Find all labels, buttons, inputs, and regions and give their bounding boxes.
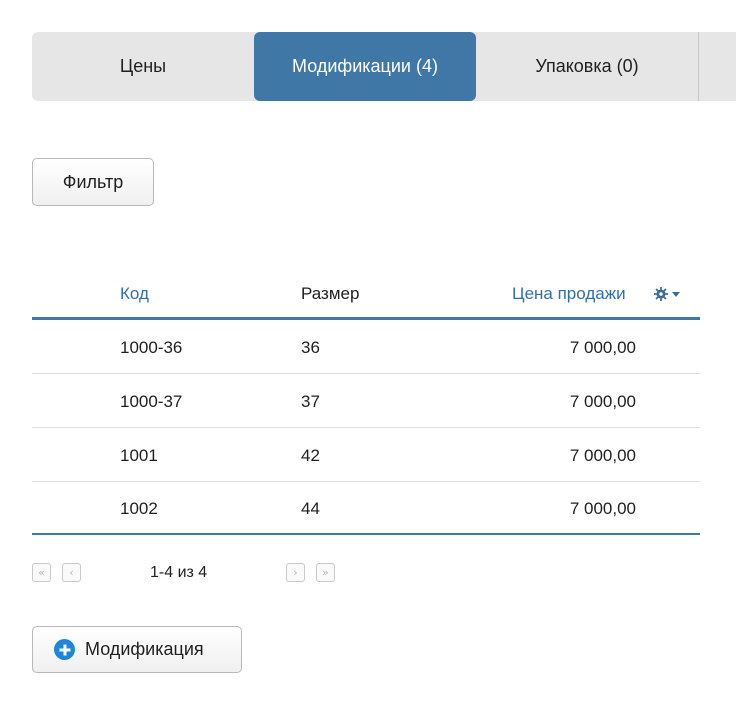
tab-packaging[interactable]: Упаковка (0) — [476, 32, 698, 101]
add-modification-button[interactable]: Модификация — [32, 626, 242, 673]
gear-icon — [654, 287, 668, 301]
add-modification-label: Модификация — [85, 639, 204, 659]
cell-size: 37 — [301, 392, 320, 411]
cell-code: 1000-37 — [120, 392, 183, 411]
tab-modifications[interactable]: Модификации (4) — [254, 32, 476, 101]
cell-size: 42 — [301, 446, 320, 465]
tab-prices[interactable]: Цены — [32, 32, 254, 101]
next-page-icon[interactable]: › — [286, 563, 305, 582]
column-header-code[interactable]: Код — [120, 284, 149, 304]
cell-code: 1002 — [120, 499, 158, 518]
column-header-size: Размер — [301, 284, 360, 303]
table-row[interactable]: 1000-36 36 7 000,00 — [32, 320, 700, 374]
last-page-icon[interactable]: » — [316, 563, 335, 582]
table-row[interactable]: 1000-37 37 7 000,00 — [32, 374, 700, 428]
tab-bar: Цены Модификации (4) Упаковка (0) — [32, 32, 736, 101]
chevron-down-icon — [672, 291, 680, 297]
cell-price: 7 000,00 — [569, 392, 636, 411]
pagination-info: 1-4 из 4 — [150, 564, 208, 581]
cell-code: 1000-36 — [120, 338, 183, 357]
cell-size: 44 — [301, 499, 320, 518]
cell-price: 7 000,00 — [569, 338, 636, 357]
cell-price: 7 000,00 — [569, 446, 636, 465]
table-row[interactable]: 1002 44 7 000,00 — [32, 481, 700, 535]
column-settings-button[interactable] — [654, 287, 680, 301]
filter-button[interactable]: Фильтр — [32, 158, 154, 206]
first-page-icon[interactable]: « — [32, 563, 51, 582]
plus-circle-icon — [54, 639, 75, 660]
table-row[interactable]: 1001 42 7 000,00 — [32, 428, 700, 482]
tab-divider — [698, 32, 699, 101]
cell-price: 7 000,00 — [569, 499, 636, 518]
cell-size: 36 — [301, 338, 320, 357]
previous-page-icon[interactable]: ‹ — [62, 563, 81, 582]
cell-code: 1001 — [120, 446, 158, 465]
column-header-price[interactable]: Цена продажи — [512, 284, 626, 304]
table-bottom-divider — [32, 533, 700, 535]
